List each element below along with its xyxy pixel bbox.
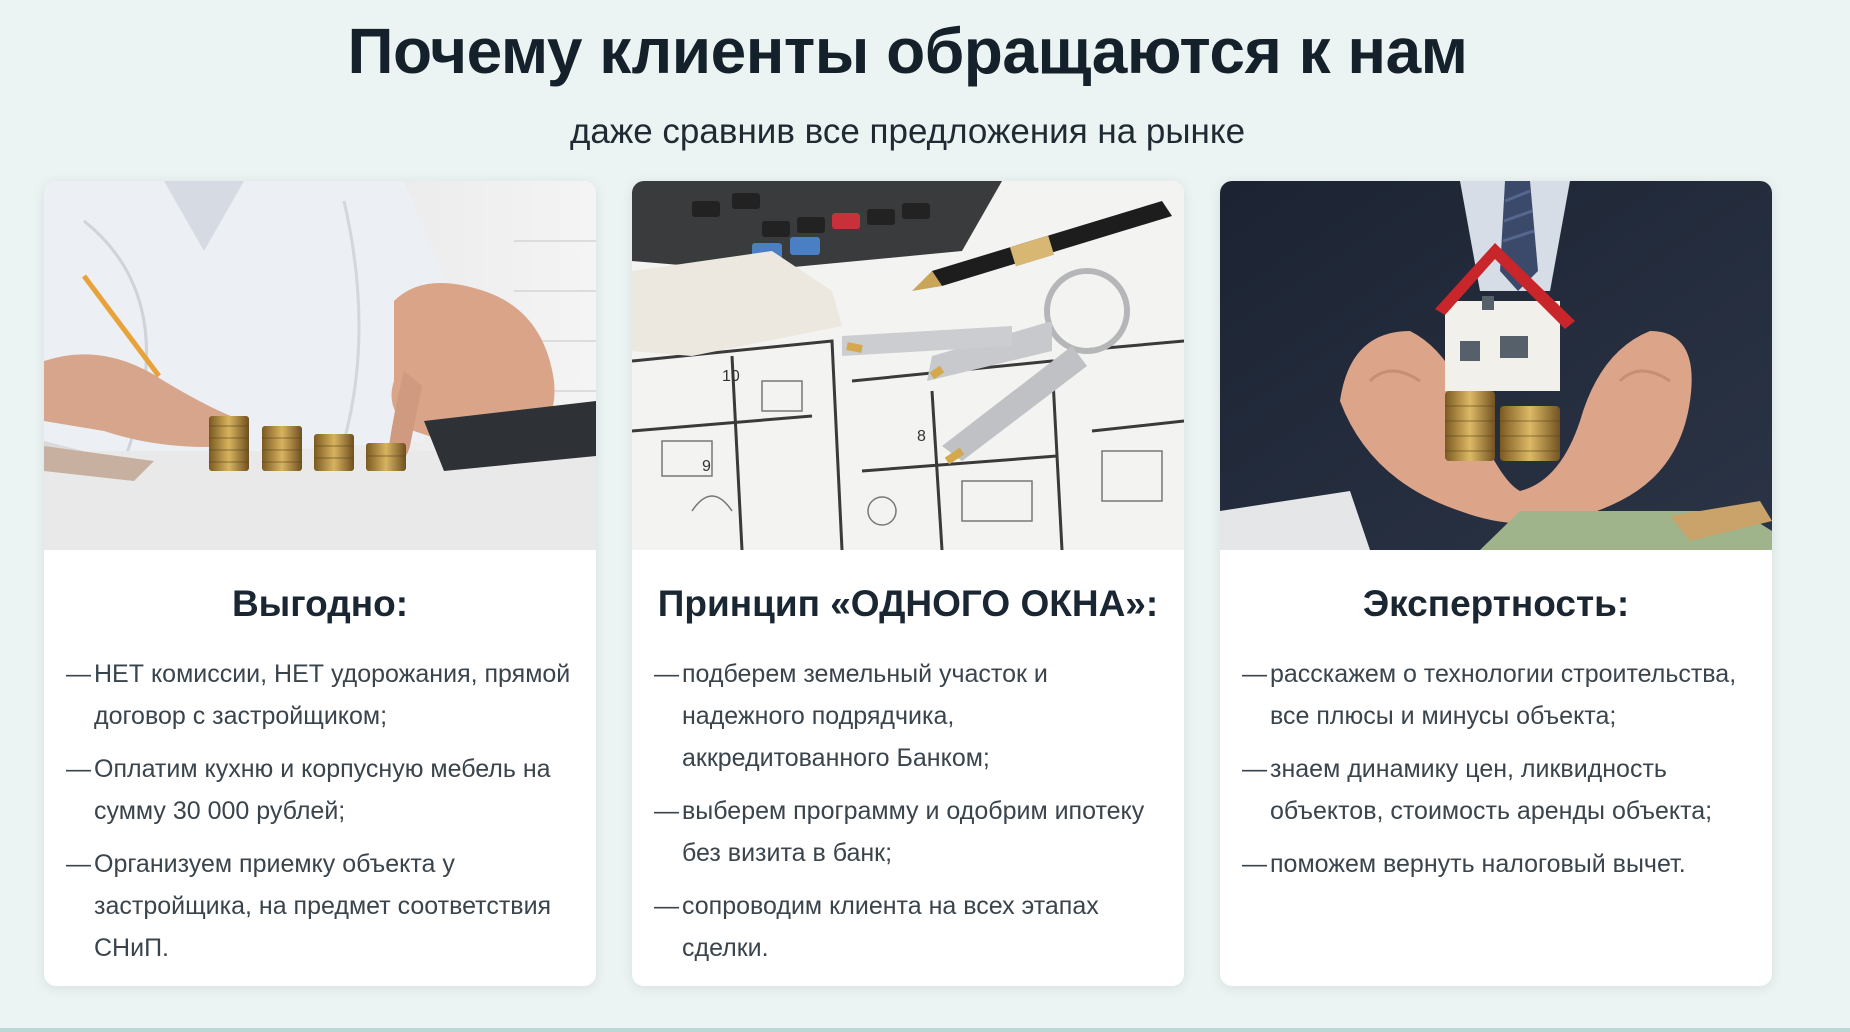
- section-title: Почему клиенты обращаются к нам: [347, 15, 1469, 87]
- list-item: — подберем земельный участок и надежного …: [654, 653, 1162, 779]
- list-item: — Организуем приемку объекта у застройщик…: [66, 843, 574, 969]
- list-item: — Оплатим кухню и корпусную мебель на сум…: [66, 748, 574, 832]
- card-list: — расскажем о технологии строительства, в…: [1220, 653, 1772, 885]
- benefit-cards: Выгодно: — НЕТ комиссии, НЕТ удорожания, …: [44, 181, 1772, 986]
- dash-marker: —: [1242, 660, 1267, 688]
- dash-marker: —: [66, 850, 91, 878]
- card-title: Принцип «ОДНОГО ОКНА»:: [657, 583, 1159, 624]
- house-in-hands-photo: [1220, 181, 1772, 550]
- coins-stack-photo: [44, 181, 596, 550]
- dash-marker: —: [66, 755, 91, 783]
- svg-text:10: 10: [722, 368, 740, 385]
- list-item: — расскажем о технологии строительства, в…: [1242, 653, 1750, 737]
- list-item: — поможем вернуть налоговый вычет.: [1242, 843, 1750, 885]
- list-item: — выберем программу и одобрим ипотеку без…: [654, 790, 1162, 874]
- dash-marker: —: [654, 892, 679, 920]
- dash-marker: —: [66, 660, 91, 688]
- dash-marker: —: [1242, 850, 1267, 878]
- benefit-card-one-window: 10 9 8 Принцип «ОДНОГО ОКНА»: — подберем…: [632, 181, 1184, 986]
- card-title: Экспертность:: [1362, 583, 1630, 624]
- section-subtitle: даже сравнив все предложения на рынке: [569, 112, 1246, 151]
- list-item: — сопроводим клиента на всех этапах сделк…: [654, 885, 1162, 969]
- svg-text:9: 9: [702, 458, 711, 475]
- svg-text:8: 8: [917, 428, 926, 445]
- dash-marker: —: [654, 660, 679, 688]
- benefit-card-expertise: Экспертность: — расскажем о технологии ст…: [1220, 181, 1772, 986]
- benefit-card-profitable: Выгодно: — НЕТ комиссии, НЕТ удорожания, …: [44, 181, 596, 986]
- list-item: — знаем динамику цен, ликвидность объекто…: [1242, 748, 1750, 832]
- card-title: Выгодно:: [231, 583, 409, 624]
- dash-marker: —: [654, 797, 679, 825]
- dash-marker: —: [1242, 755, 1267, 783]
- card-list: — НЕТ комиссии, НЕТ удорожания, прямой до…: [44, 653, 596, 969]
- card-list: — подберем земельный участок и надежного …: [632, 653, 1184, 969]
- keys-blueprint-photo: 10 9 8: [632, 181, 1184, 550]
- list-item: — НЕТ комиссии, НЕТ удорожания, прямой до…: [66, 653, 574, 737]
- section-divider: [0, 1028, 1850, 1032]
